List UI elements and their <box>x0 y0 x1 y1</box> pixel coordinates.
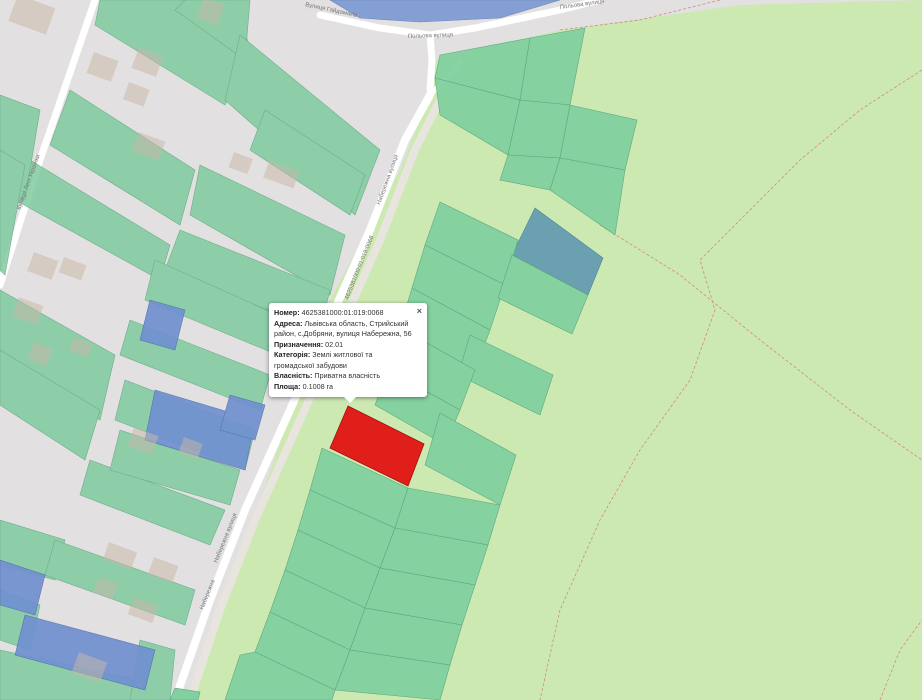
popup-area-label: Площа: <box>274 381 301 391</box>
popup-number-row: Номер: 4625381000:01:019:0068 <box>274 308 422 319</box>
street-label: Польова вулиця <box>559 0 604 11</box>
popup-area-value: 0.1008 га <box>302 381 334 391</box>
popup-purpose-label: Призначення: <box>274 339 324 349</box>
popup-address-row: Адреса: Львівська область, Стрийський ра… <box>274 319 422 340</box>
street-label: Польова вулиця <box>408 32 453 40</box>
popup-purpose-value: 02.01 <box>325 339 344 349</box>
popup-number-label: Номер: <box>274 308 300 317</box>
popup-ownership-value: Приватна власність <box>314 371 381 380</box>
popup-category-label: Категорія: <box>274 350 311 359</box>
popup-ownership-label: Власність: <box>274 371 313 380</box>
popup-category-row: Категорія: Землі житлової та громадської… <box>274 350 422 371</box>
popup-purpose-row: Призначення: 02.01 <box>274 340 422 351</box>
popup-number-value: 4625381000:01:019:0068 <box>301 308 384 317</box>
popup-area-row: Площа: 0.1008 га <box>274 382 422 393</box>
cadastral-map[interactable]: Вулиця Гайдамаків Польова вулиця Польова… <box>0 0 922 700</box>
close-icon[interactable]: × <box>417 307 422 316</box>
popup-address-label: Адреса: <box>274 318 303 328</box>
parcel-info-popup: × Номер: 4625381000:01:019:0068 Адреса: … <box>269 303 427 403</box>
popup-tip <box>344 397 356 403</box>
popup-ownership-row: Власність: Приватна власність <box>274 371 422 382</box>
